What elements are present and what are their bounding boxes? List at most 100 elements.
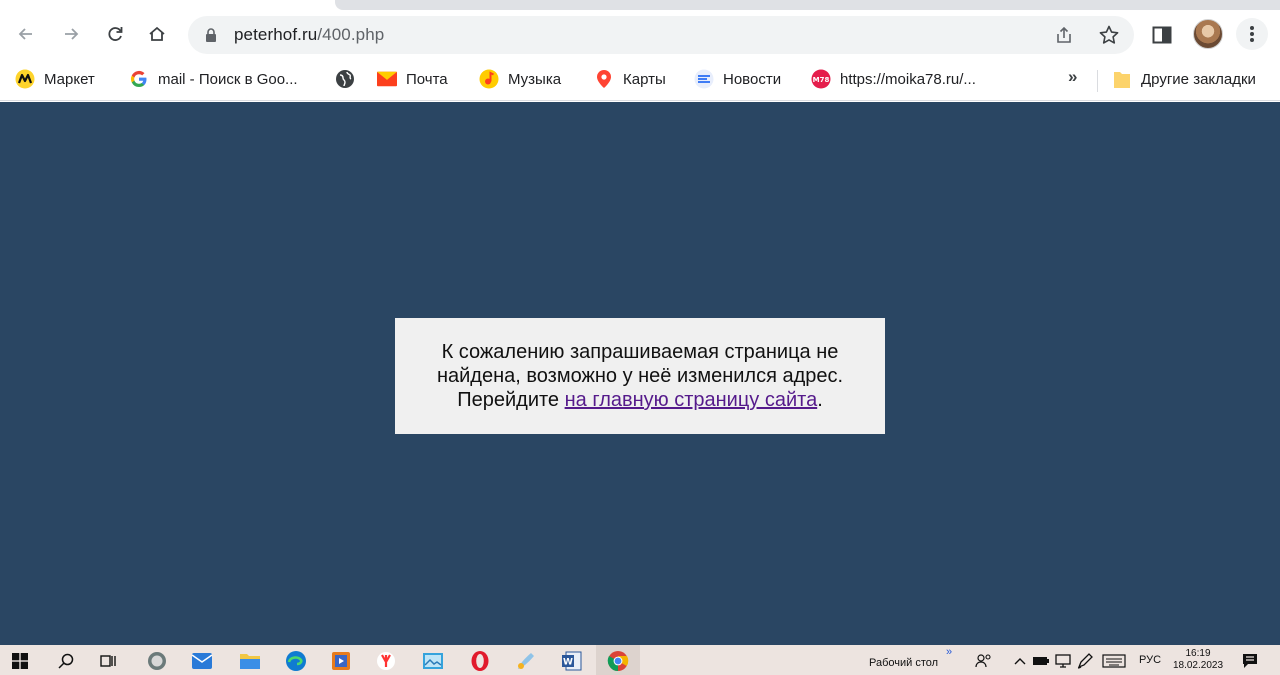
task-view-button[interactable]	[96, 649, 120, 673]
arrow-right-icon	[65, 28, 79, 40]
paint-icon	[518, 653, 534, 669]
taskbar-paint[interactable]	[514, 649, 538, 673]
taskbar-edge[interactable]	[284, 649, 308, 673]
bookmark-label: Маркет	[44, 70, 95, 88]
windows-logo-icon	[12, 653, 28, 669]
bookmark-google-search[interactable]: mail - Поиск в Goo...	[129, 68, 298, 90]
google-g-icon	[129, 69, 149, 89]
url-host: peterhof.ru	[234, 25, 318, 44]
yandex-browser-icon	[377, 652, 395, 670]
keyboard-icon	[1102, 654, 1126, 668]
word-icon: W	[562, 651, 582, 671]
system-clock[interactable]: 16:19 18.02.2023	[1170, 648, 1226, 672]
svg-text:W: W	[563, 658, 573, 668]
tab-strip-background	[335, 0, 1280, 10]
bookmark-moika78[interactable]: M78 https://moika78.ru/...	[811, 68, 976, 90]
desktop-toolbar-label[interactable]: Рабочий стол	[869, 657, 938, 669]
taskbar-media[interactable]	[329, 649, 353, 673]
page-content: К сожалению запрашиваемая страница не на…	[0, 102, 1280, 645]
media-player-icon	[332, 652, 350, 670]
reload-button[interactable]	[99, 18, 131, 50]
share-icon[interactable]	[1054, 25, 1074, 45]
bookmark-label: Музыка	[508, 70, 562, 88]
taskbar-opera[interactable]	[468, 649, 492, 673]
windows-taskbar: W Рабочий стол » РУС 16:19 18.02.2023	[0, 645, 1280, 675]
people-button[interactable]	[972, 649, 996, 673]
mail-app-icon	[191, 653, 213, 669]
battery-tray-button[interactable]	[1029, 649, 1053, 673]
notice-line-2: найдена, возможно у неё изменился адрес.	[436, 365, 844, 387]
notice-line-3: Перейдите на главную страницу сайта.	[395, 388, 885, 412]
map-pin-icon	[594, 69, 614, 89]
bookmarks-overflow-button[interactable]: »	[1068, 67, 1077, 87]
bookmark-news[interactable]: Новости	[694, 68, 781, 90]
url-path: /400.php	[317, 25, 385, 44]
more-vertical-icon	[1250, 26, 1254, 42]
pen-tray-button[interactable]	[1073, 649, 1097, 673]
not-found-notice: К сожалению запрашиваемая страница не на…	[395, 318, 885, 434]
notice-prefix: Перейдите	[457, 389, 565, 411]
profile-avatar[interactable]	[1193, 19, 1223, 49]
other-bookmarks-label: Другие закладки	[1141, 70, 1256, 88]
clock-date: 18.02.2023	[1172, 660, 1224, 671]
back-button[interactable]	[10, 18, 42, 50]
search-icon	[58, 653, 74, 669]
chevron-up-icon	[1014, 658, 1026, 665]
homepage-link[interactable]: на главную страницу сайта	[565, 389, 818, 411]
taskbar-mail[interactable]	[190, 649, 214, 673]
globe-icon	[335, 69, 355, 89]
taskbar-explorer[interactable]	[238, 649, 262, 673]
taskbar-app-circle[interactable]	[145, 649, 169, 673]
input-language-indicator[interactable]: РУС	[1139, 654, 1161, 666]
taskbar-yandex-browser[interactable]	[374, 649, 398, 673]
action-center-button[interactable]	[1238, 649, 1262, 673]
desktop-toolbar-chevron[interactable]: »	[946, 646, 952, 658]
bookmark-market[interactable]: Маркет	[15, 68, 95, 90]
bookmark-maps[interactable]: Карты	[594, 68, 666, 90]
browser-toolbar: peterhof.ru/400.php	[0, 10, 1280, 60]
edge-icon	[286, 651, 306, 671]
bookmark-label: Карты	[623, 70, 666, 88]
address-bar[interactable]: peterhof.ru/400.php	[188, 16, 1134, 54]
folder-icon	[1112, 69, 1132, 89]
bookmarks-divider	[1097, 70, 1098, 92]
start-button[interactable]	[8, 649, 32, 673]
bookmarks-bar: Маркет mail - Поиск в Goo... Почта Музык…	[0, 60, 1280, 101]
taskbar-photos[interactable]	[421, 649, 445, 673]
forward-button[interactable]	[55, 18, 87, 50]
photos-icon	[423, 653, 443, 669]
bookmark-label: mail - Поиск в Goo...	[158, 70, 298, 88]
m78-icon: M78	[811, 69, 831, 89]
taskbar-word[interactable]: W	[560, 649, 584, 673]
network-icon	[1055, 654, 1071, 668]
other-bookmarks-folder[interactable]: Другие закладки	[1112, 68, 1256, 90]
taskbar-chrome[interactable]	[606, 649, 630, 673]
notice-suffix: .	[817, 389, 823, 411]
bookmark-label: Почта	[406, 70, 448, 88]
bookmark-star-icon[interactable]	[1098, 24, 1120, 46]
bookmark-music[interactable]: Музыка	[479, 68, 561, 90]
svg-text:M78: M78	[813, 76, 830, 84]
folder-explorer-icon	[240, 654, 260, 669]
chrome-icon	[607, 651, 629, 672]
mail-envelope-icon	[377, 69, 397, 89]
chrome-menu-button[interactable]	[1236, 18, 1268, 50]
bookmark-mail[interactable]: Почта	[377, 68, 448, 90]
search-button[interactable]	[54, 649, 78, 673]
network-tray-button[interactable]	[1051, 649, 1075, 673]
touch-keyboard-button[interactable]	[1100, 649, 1128, 673]
notice-line-1: К сожалению запрашиваемая страница не	[441, 341, 839, 363]
news-icon	[694, 69, 714, 89]
reload-icon	[108, 27, 123, 41]
bookmark-globe[interactable]	[335, 68, 355, 90]
home-button[interactable]	[141, 18, 173, 50]
clock-time: 16:19	[1185, 648, 1211, 659]
bookmark-label: https://moika78.ru/...	[840, 70, 976, 88]
side-panel-icon[interactable]	[1152, 26, 1172, 44]
task-view-icon	[100, 655, 116, 667]
tab-strip	[0, 0, 1280, 10]
pen-icon	[1077, 653, 1093, 669]
home-icon	[149, 26, 165, 41]
url-text[interactable]: peterhof.ru/400.php	[234, 25, 384, 45]
app-ring-icon	[148, 652, 166, 670]
